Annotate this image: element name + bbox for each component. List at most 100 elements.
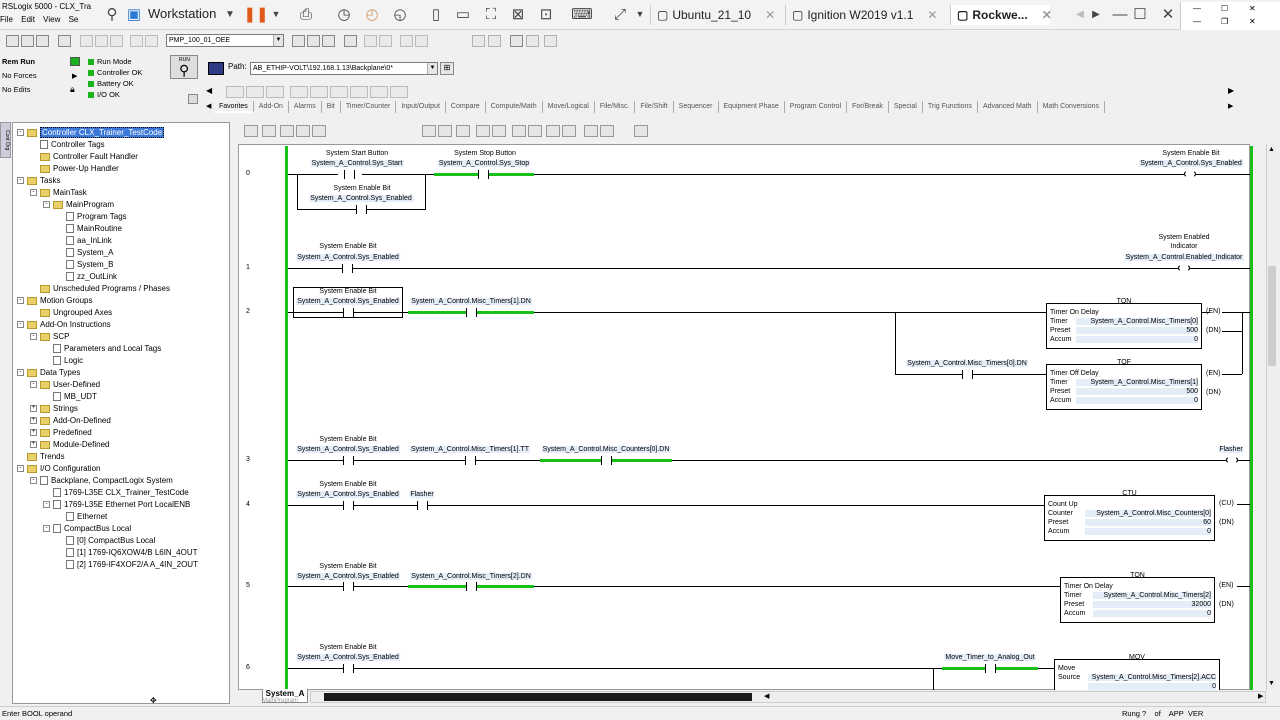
copy-icon[interactable]: [95, 35, 108, 47]
cut-icon[interactable]: [80, 35, 93, 47]
pause-icon[interactable]: ❚❚: [243, 4, 268, 24]
ladder-tool-icon[interactable]: [296, 125, 310, 137]
collapse-icon[interactable]: -: [43, 525, 50, 532]
contact-tag[interactable]: System_A_Control.Sys_Enabled: [296, 446, 400, 453]
untest-edits-icon[interactable]: [526, 35, 539, 47]
tree-node[interactable]: Logic: [43, 355, 83, 366]
tree-node[interactable]: - User-Defined: [30, 379, 100, 390]
branch-icon[interactable]: [246, 86, 264, 98]
xic-contact[interactable]: [417, 501, 428, 510]
xic-add-icon[interactable]: [456, 125, 470, 137]
verify-controller-icon[interactable]: [307, 35, 320, 47]
ladder-tool-icon[interactable]: [312, 125, 326, 137]
xic-contact[interactable]: [342, 264, 353, 273]
preset-value[interactable]: 60: [1085, 519, 1211, 526]
counter-operand[interactable]: System_A_Control.Misc_Counters[0]: [1085, 510, 1211, 517]
coil-tag[interactable]: Flasher: [1218, 446, 1244, 453]
close-icon[interactable]: ✕: [1249, 17, 1256, 26]
expand-icon[interactable]: +: [30, 405, 37, 412]
xic-contact[interactable]: [343, 582, 354, 591]
print-icon[interactable]: [58, 35, 71, 47]
tree-node[interactable]: [1] 1769-IQ6XOW4/B L6IN_4OUT: [56, 547, 198, 558]
xic-contact[interactable]: [343, 456, 354, 465]
fullscreen-icon[interactable]: ⛶: [481, 4, 501, 24]
snapshot-manager-icon[interactable]: ◵: [390, 4, 410, 24]
xic-contact[interactable]: [344, 170, 355, 179]
instruction-tab[interactable]: Sequencer: [674, 101, 719, 113]
instruction-tab[interactable]: Trig Functions: [923, 101, 978, 113]
close-icon[interactable]: ✕: [1042, 8, 1052, 22]
tree-node[interactable]: - Data Types: [17, 367, 80, 378]
unity-icon[interactable]: ⊠: [508, 4, 528, 24]
tree-node[interactable]: - MainProgram: [43, 199, 114, 210]
collapse-icon[interactable]: -: [17, 321, 24, 328]
branch-level-icon[interactable]: [266, 86, 284, 98]
verify-icon[interactable]: [292, 35, 305, 47]
otl-icon[interactable]: [350, 86, 368, 98]
close-icon[interactable]: ✕: [765, 8, 775, 22]
timer-operand[interactable]: System_A_Control.Misc_Timers[0]: [1076, 318, 1198, 325]
instruction-tab[interactable]: Compare: [446, 101, 486, 113]
tree-node[interactable]: Controller Fault Handler: [30, 151, 138, 162]
instruction-tab[interactable]: Bit: [322, 101, 341, 113]
scroll-left-icon[interactable]: ◀: [206, 86, 214, 98]
save-icon[interactable]: [36, 35, 49, 47]
tree-node[interactable]: - Controller CLX_Trainer_TestCode: [17, 127, 165, 138]
test-edits-icon[interactable]: [510, 35, 523, 47]
terminal-icon[interactable]: ⌨: [571, 4, 593, 24]
snapshot-icon[interactable]: ◷: [334, 4, 354, 24]
contact-tag[interactable]: System_A_Control.Sys_Enabled: [296, 254, 400, 261]
tree-node[interactable]: [2] 1769-IF4XOF2/A A_4IN_2OUT: [56, 559, 198, 570]
source-value[interactable]: 0: [1088, 683, 1216, 690]
tree-node[interactable]: Ethernet: [56, 511, 107, 522]
send-keys-icon[interactable]: ⎙: [296, 4, 316, 24]
path-combo[interactable]: AB_ETHIP-VOLT\192.168.1.13\Backplane\0* ▼: [250, 62, 438, 75]
contact-tag[interactable]: Flasher: [409, 491, 435, 498]
ote-coil[interactable]: [1178, 264, 1190, 272]
tree-node[interactable]: MB_UDT: [43, 391, 97, 402]
mov-instruction[interactable]: MOV Move Source System_A_Control.Misc_Ti…: [1054, 654, 1220, 690]
preset-value[interactable]: 32000: [1093, 601, 1211, 608]
crossref-icon[interactable]: [344, 35, 357, 47]
osr-add-icon[interactable]: [562, 125, 576, 137]
tree-node[interactable]: + Strings: [30, 403, 78, 414]
path-browse-icon[interactable]: ⊞: [440, 62, 454, 75]
thumbnail-icon[interactable]: ▭: [453, 4, 473, 24]
routine-combo[interactable]: PMP_100_01_OEE ▼: [166, 34, 284, 47]
accum-value[interactable]: 0: [1076, 336, 1198, 343]
xic-contact[interactable]: [478, 170, 489, 179]
ons-add-icon[interactable]: [546, 125, 560, 137]
timer-operand[interactable]: System_A_Control.Misc_Timers[2]: [1093, 592, 1211, 599]
tree-node[interactable]: System_A: [56, 247, 113, 258]
collapse-icon[interactable]: -: [30, 333, 37, 340]
revert-snapshot-icon[interactable]: ◴: [362, 4, 382, 24]
contact-tag[interactable]: System_A_Control.Sys_Enabled: [296, 573, 400, 580]
forces-arrow-icon[interactable]: ▶: [72, 72, 77, 80]
ton-instruction[interactable]: TON Timer On Delay Timer System_A_Contro…: [1060, 572, 1215, 623]
chevron-down-icon[interactable]: ▼: [220, 4, 240, 24]
panel-toggle-icon[interactable]: [188, 94, 198, 104]
tree-node[interactable]: zz_OutLink: [56, 271, 117, 282]
xio-contact[interactable]: [466, 582, 477, 591]
accept-edits-icon[interactable]: [488, 35, 501, 47]
tree-node[interactable]: Unscheduled Programs / Phases: [30, 283, 170, 294]
instruction-tab[interactable]: File/Misc.: [595, 101, 636, 113]
contact-tag[interactable]: System_A_Control.Sys_Stop: [437, 160, 531, 167]
instruction-tab[interactable]: Input/Output: [396, 101, 446, 113]
ote-icon[interactable]: [330, 86, 348, 98]
collapse-icon[interactable]: -: [17, 297, 24, 304]
close-icon[interactable]: ✕: [927, 8, 937, 22]
instruction-tab[interactable]: File/Shift: [635, 101, 674, 113]
instruction-tab[interactable]: Compute/Math: [486, 101, 543, 113]
chevron-down-icon[interactable]: ▼: [266, 4, 286, 24]
collapse-icon[interactable]: -: [30, 189, 37, 196]
xic-contact[interactable]: [343, 664, 354, 673]
contact-tag[interactable]: System_A_Control.Misc_Timers[0].DN: [906, 360, 1028, 367]
tree-node[interactable]: + Module-Defined: [30, 439, 109, 450]
otl-add-icon[interactable]: [512, 125, 526, 137]
xic-contact[interactable]: [356, 205, 367, 214]
zoom-in-icon[interactable]: [400, 35, 413, 47]
coil-tag[interactable]: System_A_Control.Sys_Enabled: [1139, 160, 1243, 167]
tree-node[interactable]: Power-Up Handler: [30, 163, 119, 174]
branch-add-icon[interactable]: [438, 125, 452, 137]
